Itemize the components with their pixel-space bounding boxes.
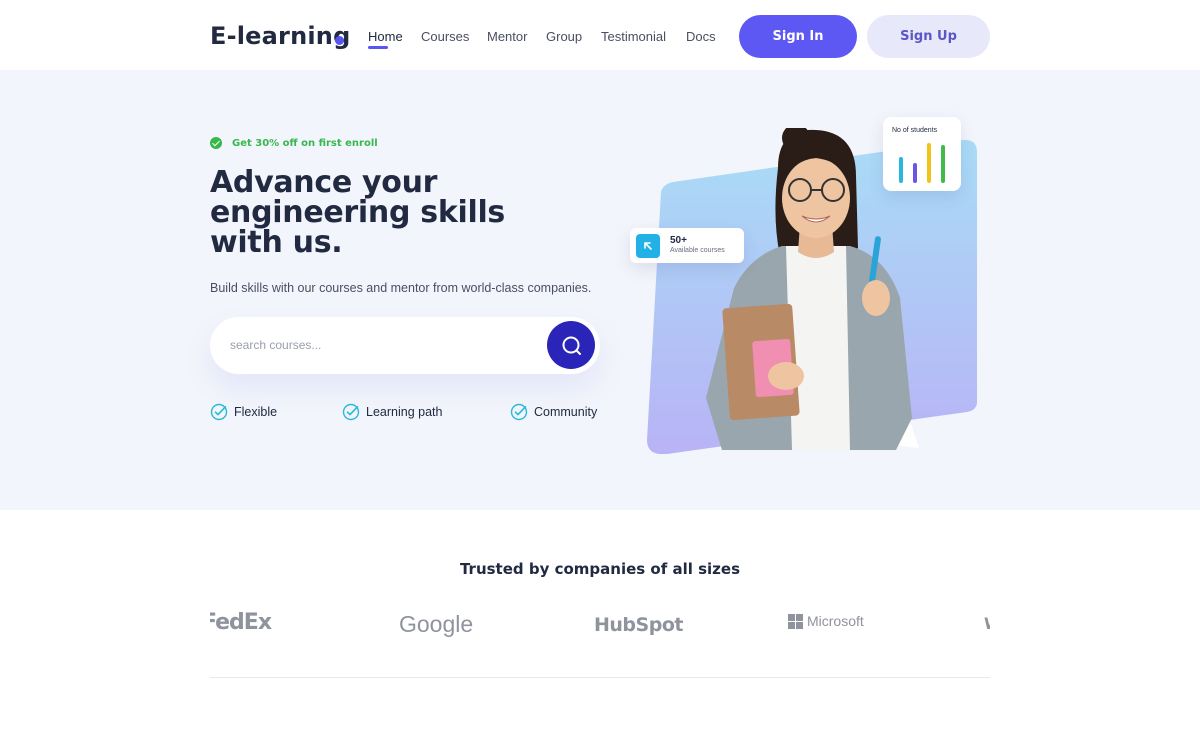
feature-label: Flexible	[234, 405, 278, 419]
section-divider	[210, 677, 990, 678]
promo-banner: Get 30% off on first enroll	[210, 137, 378, 149]
trusted-heading: Trusted by companies of all sizes	[459, 560, 741, 578]
microsoft-logo-text: Microsoft	[807, 613, 864, 629]
students-bar-chart-icon	[899, 143, 945, 183]
courses-label: Available courses	[670, 247, 725, 254]
nav-home[interactable]: Home	[368, 29, 403, 44]
partial-logo: W	[984, 614, 990, 633]
site-header: E-learning Home Courses Mentor Group Tes…	[0, 0, 1200, 70]
check-circle-outline-icon	[342, 403, 360, 421]
site-logo[interactable]: E-learning	[210, 22, 350, 50]
feature-label: Community	[534, 405, 598, 419]
students-card: No of students	[883, 117, 961, 191]
microsoft-windows-icon	[788, 613, 803, 629]
feature-community: Community	[510, 403, 597, 421]
hero-subtitle: Build skills with our courses and mentor…	[210, 281, 592, 295]
search-icon	[562, 336, 581, 355]
company-logos: FedEx Google HubSpot Microsoft W	[210, 600, 990, 650]
logo-dot	[335, 36, 344, 45]
feature-flexible: Flexible	[210, 403, 277, 421]
nav-group[interactable]: Group	[546, 29, 582, 44]
nav-courses[interactable]: Courses	[421, 29, 469, 44]
sign-in-button[interactable]: Sign In	[739, 15, 857, 58]
nav-mentor[interactable]: Mentor	[487, 29, 527, 44]
microsoft-logo: Microsoft	[788, 613, 864, 629]
check-circle-outline-icon	[510, 403, 528, 421]
hubspot-logo: HubSpot	[594, 614, 683, 636]
search-input[interactable]	[230, 335, 530, 355]
google-logo: Google	[399, 611, 474, 637]
fedex-logo: FedEx	[210, 610, 272, 635]
arrow-up-left-icon	[636, 234, 660, 258]
courses-count: 50+	[670, 235, 687, 246]
nav-testimonial[interactable]: Testimonial	[601, 29, 666, 44]
active-nav-indicator	[368, 46, 388, 49]
course-search	[210, 317, 600, 374]
check-circle-icon	[210, 137, 222, 149]
search-button[interactable]	[547, 321, 595, 369]
feature-learning-path: Learning path	[342, 403, 442, 421]
hero-section	[0, 70, 1200, 510]
feature-label: Learning path	[366, 405, 443, 419]
check-circle-outline-icon	[210, 403, 228, 421]
sign-up-button[interactable]: Sign Up	[867, 15, 990, 58]
nav-docs[interactable]: Docs	[686, 29, 716, 44]
available-courses-card: 50+ Available courses	[630, 228, 744, 263]
hero-title: Advance your engineering skills with us.	[210, 165, 505, 260]
promo-text: Get 30% off on first enroll	[232, 137, 378, 149]
